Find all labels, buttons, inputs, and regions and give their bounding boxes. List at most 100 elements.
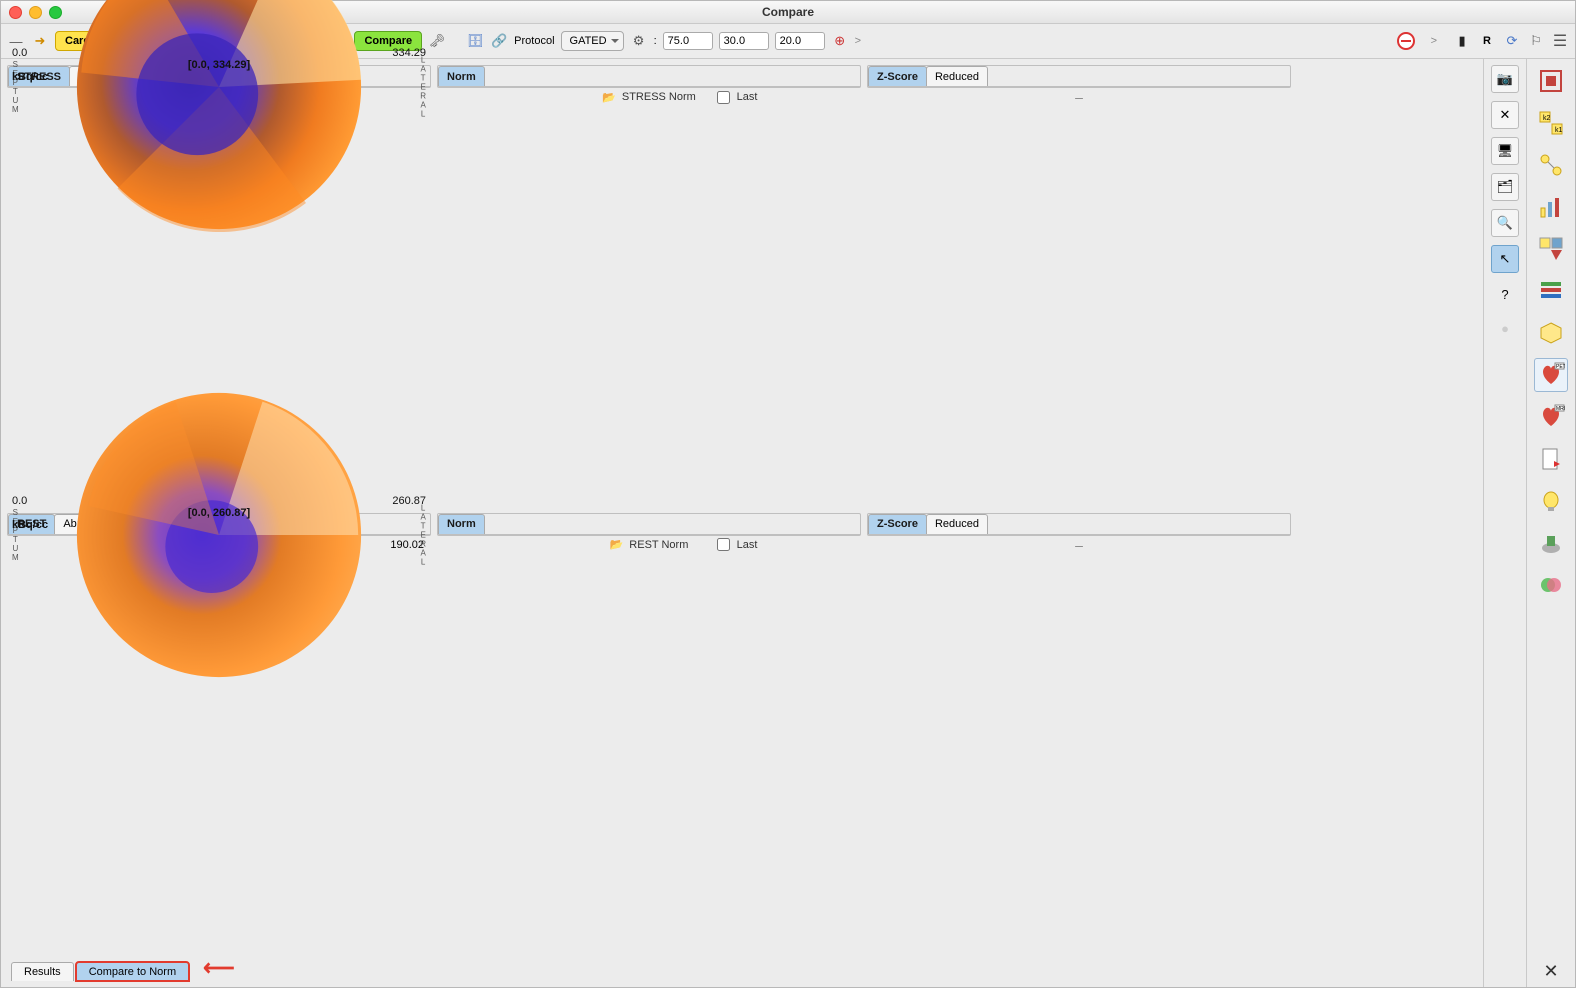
gt-label: >: [855, 35, 861, 47]
module-flowchart-icon[interactable]: [1535, 149, 1567, 181]
layers-icon[interactable]: 🗂: [1491, 173, 1519, 201]
svg-text:k2: k2: [1543, 115, 1551, 122]
rest-panel: REST Abnormal 190.02 ANTERIOR S E P T U …: [7, 513, 431, 536]
help-icon[interactable]: ?: [1492, 281, 1518, 307]
stress-norm-panel: Norm: [437, 65, 861, 88]
stress-polar-map: [74, 0, 364, 232]
flag-icon[interactable]: ⚐: [1527, 32, 1545, 50]
last-check-input-stress[interactable]: [717, 91, 730, 104]
input-v1[interactable]: [663, 32, 713, 50]
placeholder-dash-icon: –: [1075, 89, 1083, 105]
folder-open-icon-rest[interactable]: 📂: [610, 538, 624, 551]
rest-unit: kBq/cc: [12, 519, 426, 531]
dot-icon: ●: [1492, 315, 1518, 341]
rest-values: 260.87 0.0 [0.0, 260.87] kBq/cc: [12, 495, 426, 531]
link-icon[interactable]: 🔗: [490, 32, 508, 50]
module-color-icon[interactable]: [1535, 569, 1567, 601]
window-controls: [9, 6, 62, 19]
stress-min: 0.0: [12, 47, 426, 59]
last-check-input-rest[interactable]: [717, 538, 730, 551]
module-config-icon[interactable]: [1535, 233, 1567, 265]
callout-arrow-icon: ⟵: [203, 955, 235, 981]
module-document-icon[interactable]: [1535, 443, 1567, 475]
rest-zscore-body[interactable]: [868, 534, 1290, 535]
stop-icon[interactable]: [1397, 32, 1415, 50]
canvas-area: STRESS Abnormal ANTERIOR S E P T U M L A…: [1, 59, 1483, 987]
key-icon[interactable]: 🗝: [428, 32, 446, 50]
rest-range: [0.0, 260.87]: [12, 507, 426, 519]
stress-zscore-body[interactable]: [868, 86, 1290, 87]
rest-norm-label: REST Norm: [629, 539, 688, 551]
module-scan-icon[interactable]: [1535, 527, 1567, 559]
rest-norm-panel: Norm: [437, 513, 861, 536]
app-window: Compare — ➜ Cardio PET » Load Reorientat…: [0, 0, 1576, 988]
settings-icon[interactable]: ⚙: [630, 32, 648, 50]
module-bulb-icon[interactable]: [1535, 485, 1567, 517]
stress-zscore-footer: –: [867, 88, 1291, 106]
stress-norm-body[interactable]: [438, 86, 860, 87]
right-module-column: k2 k1 PET MRI ✕: [1526, 59, 1575, 987]
rest-norm-footer: 📂 REST Norm Last: [437, 536, 861, 554]
side-tools-column: 📷 ✕ 🖥 🗂 🔍 ↖ ? ●: [1483, 59, 1526, 987]
plus-crosshair-icon[interactable]: ⊕: [831, 32, 849, 50]
stress-unit: kBq/cc: [12, 71, 426, 83]
tab-stress-reduced[interactable]: Reduced: [926, 66, 988, 86]
close-window-icon[interactable]: [9, 6, 22, 19]
module-capture-icon[interactable]: [1535, 65, 1567, 97]
folder-open-icon[interactable]: 📂: [602, 91, 616, 104]
svg-text:PET: PET: [1556, 364, 1565, 370]
last-checkbox-stress[interactable]: Last: [713, 88, 758, 107]
module-heart-pet-icon[interactable]: PET: [1535, 359, 1567, 391]
stress-values: 334.29 0.0 [0.0, 334.29] kBq/cc: [12, 47, 426, 83]
zoom-window-icon[interactable]: [49, 6, 62, 19]
stress-zscore-panel: Z-Score Reduced: [867, 65, 1291, 88]
stress-range: [0.0, 334.29]: [12, 59, 426, 71]
workspace: STRESS Abnormal ANTERIOR S E P T U M L A…: [1, 59, 1575, 987]
minimize-window-icon[interactable]: [29, 6, 42, 19]
module-kinetic-icon[interactable]: k2 k1: [1535, 107, 1567, 139]
refresh-icon[interactable]: ⟳: [1503, 32, 1521, 50]
last-checkbox-rest[interactable]: Last: [713, 535, 758, 554]
tab-rest-norm[interactable]: Norm: [438, 514, 485, 534]
rest-polar-map: [74, 390, 364, 680]
rest-zscore-footer: –: [867, 536, 1291, 554]
tab-results[interactable]: Results: [11, 962, 74, 981]
module-palette-icon[interactable]: [1535, 275, 1567, 307]
pointer-tool-icon[interactable]: ↖: [1491, 245, 1519, 273]
close-x-icon[interactable]: ✕: [1491, 101, 1519, 129]
database-icon[interactable]: 🗄: [466, 32, 484, 50]
protocol-select[interactable]: GATED: [561, 31, 624, 51]
tab-rest-reduced[interactable]: Reduced: [926, 514, 988, 534]
colon-label: :: [654, 35, 657, 47]
svg-text:k1: k1: [1555, 127, 1563, 134]
module-chart-icon[interactable]: [1535, 191, 1567, 223]
terminal-icon[interactable]: ▮: [1453, 32, 1471, 50]
stress-norm-footer: 📂 STRESS Norm Last: [437, 88, 861, 106]
input-v2[interactable]: [719, 32, 769, 50]
protocol-label: Protocol: [514, 35, 554, 47]
rest-plot-body[interactable]: 190.02 ANTERIOR S E P T U M L A T E R A …: [8, 534, 430, 535]
placeholder-dash-icon-2: –: [1075, 537, 1083, 553]
panel-grid: STRESS Abnormal ANTERIOR S E P T U M L A…: [7, 65, 1477, 954]
r-label[interactable]: R: [1477, 35, 1497, 47]
module-heart-mri-icon[interactable]: MRI: [1535, 401, 1567, 433]
bottom-tabs: Results Compare to Norm ⟵: [7, 954, 1477, 981]
close-rightcol-icon[interactable]: ✕: [1535, 955, 1567, 987]
stress-plot-body[interactable]: ANTERIOR S E P T U M L A T E R A L: [8, 86, 430, 87]
rest-zscore-panel: Z-Score Reduced: [867, 513, 1291, 536]
tab-stress-norm[interactable]: Norm: [438, 66, 485, 86]
svg-text:MRI: MRI: [1556, 406, 1565, 412]
rest-min: 0.0: [12, 495, 426, 507]
rest-norm-body[interactable]: [438, 534, 860, 535]
tab-rest-zscore[interactable]: Z-Score: [868, 514, 927, 534]
input-v3[interactable]: [775, 32, 825, 50]
monitor-icon[interactable]: 🖥: [1491, 137, 1519, 165]
zoom-icon[interactable]: 🔍: [1491, 209, 1519, 237]
tab-compare-to-norm[interactable]: Compare to Norm: [76, 962, 189, 981]
capture-icon[interactable]: 📷: [1491, 65, 1519, 93]
stress-norm-label: STRESS Norm: [622, 91, 696, 103]
tab-stress-zscore[interactable]: Z-Score: [868, 66, 927, 86]
gt-label-2: >: [1421, 35, 1447, 47]
menu-icon[interactable]: ☰: [1551, 32, 1569, 50]
module-3d-icon[interactable]: [1535, 317, 1567, 349]
